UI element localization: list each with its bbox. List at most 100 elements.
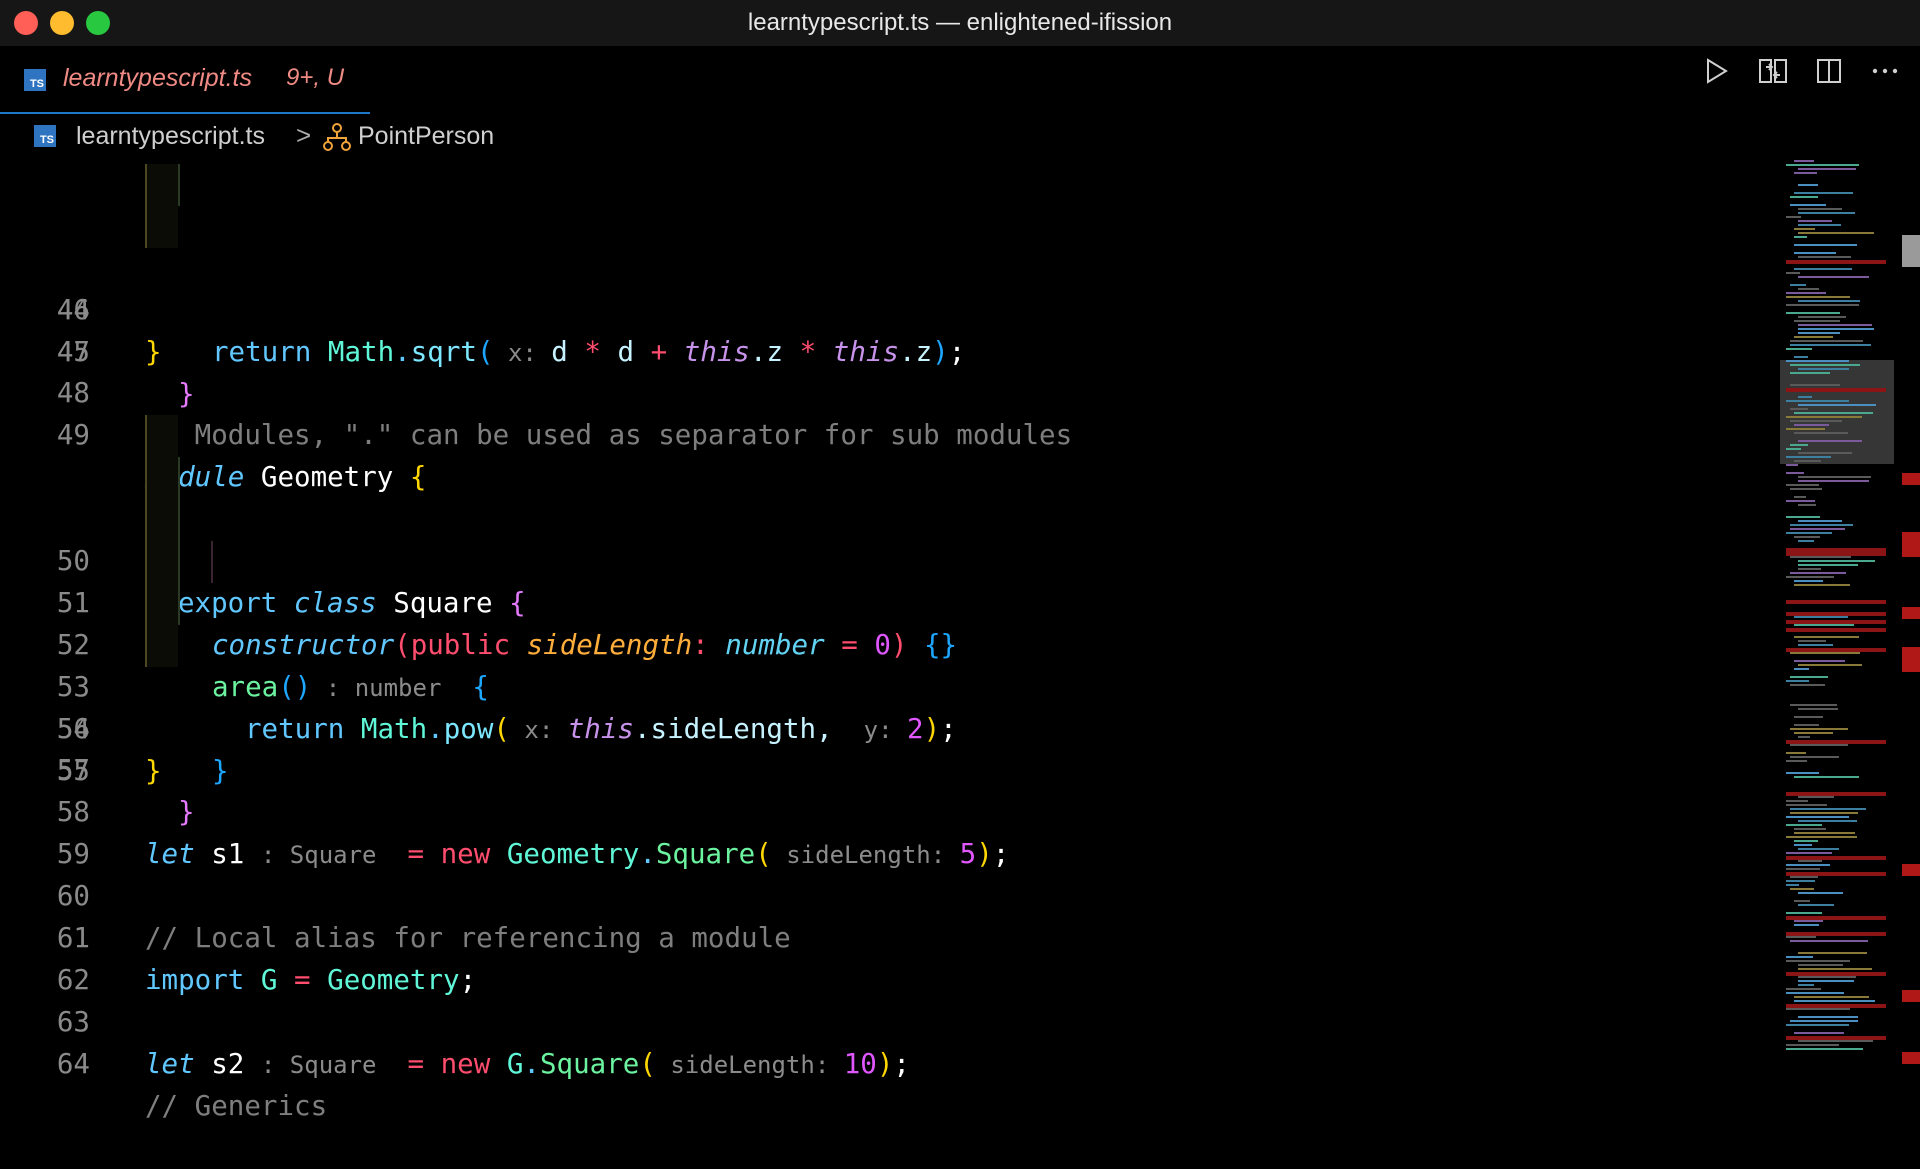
minimap-line [1798, 708, 1838, 710]
minimap-line [1794, 828, 1826, 830]
code-line: 56 } [0, 667, 1776, 787]
code-line: 46 } [0, 248, 1776, 368]
breadcrumb-file[interactable]: learntypescript.ts [76, 122, 265, 151]
minimap-line [1798, 1040, 1873, 1042]
code-line: 44 return Math.sqrt( x: d * d + this.z *… [0, 164, 1776, 368]
window-title: learntypescript.ts — enlightened-ifissio… [747, 9, 1173, 36]
minimap-line [1786, 304, 1859, 306]
split-editor-icon[interactable] [1814, 56, 1844, 86]
minimap-line [1798, 520, 1842, 522]
minimap[interactable] [1780, 160, 1894, 1058]
minimap-line [1798, 184, 1818, 186]
minimap-line [1794, 724, 1819, 726]
minimap-line [1794, 1000, 1875, 1002]
title-bar: learntypescript.ts — enlightened-ifissio… [0, 0, 1920, 46]
minimap-line [1786, 348, 1812, 350]
editor-actions [1702, 56, 1900, 86]
minimap-line [1786, 472, 1804, 474]
minimap-line [1794, 636, 1859, 638]
minimap-line [1794, 832, 1855, 834]
minimap-line [1790, 340, 1863, 342]
minimap-line [1798, 964, 1843, 966]
minimap-line [1794, 732, 1833, 734]
code-editor[interactable]: 44 return Math.sqrt( x: d * d + this.z *… [0, 164, 1776, 1122]
code-line: 60 // Local alias for referencing a modu… [0, 834, 1776, 954]
minimap-line [1794, 996, 1869, 998]
minimap-line [1786, 760, 1807, 762]
minimap-line [1794, 268, 1852, 270]
minimap-line [1798, 324, 1872, 326]
minimap-line [1798, 736, 1810, 738]
minimap-line [1790, 528, 1845, 530]
minimap-line [1798, 316, 1846, 318]
minimap-line [1790, 744, 1848, 746]
minimap-line [1798, 224, 1841, 226]
minimap-line [1786, 500, 1815, 502]
minimap-line [1786, 216, 1801, 218]
minimap-line [1798, 332, 1840, 334]
breadcrumb: TS learntypescript.ts > PointPerson [0, 112, 1780, 160]
minimap-line [1794, 624, 1854, 626]
minimap-line [1790, 888, 1814, 890]
compare-changes-icon[interactable] [1758, 56, 1788, 86]
maximize-window-button[interactable] [86, 11, 110, 35]
problem-marker [1902, 864, 1920, 876]
minimap-line [1786, 516, 1820, 518]
code-line: 55 } [0, 624, 1776, 828]
minimap-line [1786, 960, 1850, 962]
breadcrumb-symbol[interactable]: PointPerson [358, 122, 494, 151]
minimap-line [1798, 256, 1851, 258]
problem-marker [1902, 545, 1920, 557]
minimap-line [1798, 404, 1876, 406]
code-line: 57 [0, 709, 1776, 786]
minimap-line [1786, 400, 1849, 402]
minimap-line [1786, 312, 1840, 314]
minimap-line [1790, 676, 1828, 678]
chevron-right-icon: > [296, 120, 312, 150]
minimap-line [1794, 1032, 1844, 1034]
minimap-line [1794, 496, 1806, 498]
minimap-line [1786, 912, 1822, 914]
minimap-line [1790, 876, 1818, 878]
minimap-line [1798, 452, 1852, 454]
minimap-line [1798, 860, 1822, 862]
code-line: 63 let s2 : Square = new G.Square( sideL… [0, 960, 1776, 1080]
minimap-line [1794, 580, 1823, 582]
minimap-line [1798, 968, 1872, 970]
code-line: 64 [0, 1002, 1776, 1080]
minimap-line [1794, 536, 1820, 538]
minimap-line [1790, 284, 1806, 286]
minimap-line [1798, 476, 1871, 478]
typescript-file-icon: TS [24, 69, 46, 91]
minimap-line [1798, 168, 1856, 170]
minimap-line [1798, 952, 1867, 954]
minimap-line [1794, 432, 1848, 434]
minimap-line [1798, 568, 1821, 570]
minimap-line [1798, 820, 1857, 822]
tab-label: learntypescript.ts [63, 64, 252, 92]
minimap-line [1794, 584, 1850, 586]
minimap-line [1794, 844, 1812, 846]
minimap-line [1798, 664, 1862, 666]
minimize-window-button[interactable] [50, 11, 74, 35]
minimap-line [1790, 808, 1866, 810]
minimap-line [1790, 812, 1858, 814]
minimap-line [1790, 684, 1825, 686]
minimap-line [1798, 440, 1862, 442]
tab-learntypescript[interactable]: TS learntypescript.ts 9+, U [0, 46, 370, 114]
run-icon[interactable] [1702, 56, 1732, 86]
minimap-line [1794, 172, 1817, 174]
minimap-line [1798, 220, 1832, 222]
minimap-line [1786, 532, 1832, 534]
minimap-line [1786, 936, 1816, 938]
minimap-line [1798, 480, 1869, 482]
minimap-line [1798, 644, 1833, 646]
minimap-line [1794, 336, 1833, 338]
minimap-line [1794, 840, 1818, 842]
close-window-button[interactable] [14, 11, 38, 35]
minimap-line [1798, 984, 1814, 986]
minimap-line [1790, 408, 1808, 410]
symbol-class-icon [322, 122, 352, 152]
scrollbar-overview-ruler[interactable] [1902, 160, 1920, 1064]
more-actions-icon[interactable] [1870, 56, 1900, 86]
